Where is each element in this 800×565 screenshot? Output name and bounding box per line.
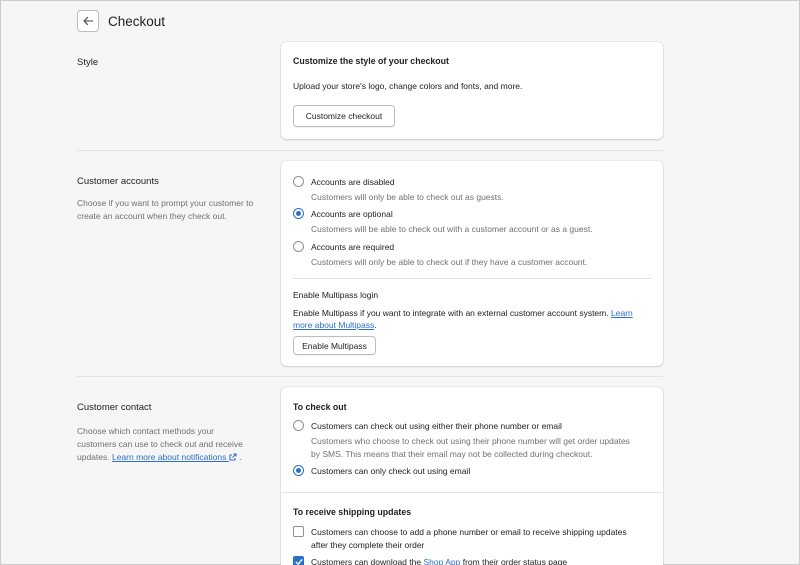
shop-app-label-after: from their order status page	[462, 557, 568, 565]
accounts-disabled-radio[interactable]	[293, 176, 304, 187]
multipass-heading: Enable Multipass login	[293, 290, 379, 300]
contact-card: To check out Customers can check out usi…	[281, 387, 663, 565]
style-card-heading: Customize the style of your checkout	[293, 56, 449, 66]
checkout-phone-or-email-help-line1: Customers who choose to check out using …	[311, 436, 630, 446]
section-divider	[77, 376, 663, 377]
back-button[interactable]	[77, 10, 99, 32]
accounts-required-help: Customers will only be able to check out…	[311, 257, 588, 267]
checkout-phone-or-email-help-line2: by SMS. This means that their email may …	[311, 449, 593, 459]
contact-section-title: Customer contact	[77, 402, 152, 413]
multipass-divider	[292, 278, 652, 279]
shipping-divider	[281, 492, 663, 493]
external-link-icon	[229, 453, 237, 461]
section-divider	[77, 150, 663, 151]
learn-notifications-link[interactable]: Learn more about notifications	[112, 452, 237, 462]
accounts-optional-help: Customers will be able to check out with…	[311, 224, 593, 234]
contact-description-end: .	[239, 452, 242, 462]
style-section-title: Style	[77, 57, 99, 68]
style-card: Customize the style of your checkout Upl…	[281, 42, 663, 139]
learn-notifications-link-text: Learn more about notifications	[112, 452, 227, 462]
shipping-phone-or-email-checkbox[interactable]	[293, 526, 304, 537]
checkout-email-only-label: Customers can only check out using email	[311, 466, 471, 476]
accounts-required-radio[interactable]	[293, 241, 304, 252]
customize-checkout-button[interactable]: Customize checkout	[293, 105, 395, 127]
shop-app-label: Customers can download the Shop App from…	[311, 557, 567, 565]
accounts-section-description: Choose if you want to prompt your custom…	[77, 198, 254, 221]
accounts-card: Accounts are disabled Customers will onl…	[281, 161, 663, 366]
multipass-text-end: .	[374, 320, 377, 330]
shipping-phone-or-email-label-line1: Customers can choose to add a phone numb…	[311, 527, 627, 537]
accounts-optional-radio[interactable]	[293, 208, 304, 219]
checkout-heading: To check out	[293, 402, 347, 412]
multipass-text-line2: more about Multipass.	[293, 320, 377, 330]
shipping-phone-or-email-label-line2: after they complete their order	[311, 540, 425, 550]
checkout-phone-or-email-label: Customers can check out using either the…	[311, 421, 562, 431]
accounts-optional-label: Accounts are optional	[311, 209, 393, 219]
checkmark-icon	[295, 559, 303, 565]
arrow-left-icon	[83, 16, 94, 26]
multipass-learn-link-part1[interactable]: Learn	[611, 308, 633, 318]
shop-app-label-before: Customers can download the	[311, 557, 422, 565]
shop-app-checkbox[interactable]	[293, 556, 304, 565]
checkout-phone-or-email-radio[interactable]	[293, 420, 304, 431]
accounts-section-title: Customer accounts	[77, 176, 159, 187]
multipass-text-line1: Enable Multipass if you want to integrat…	[293, 308, 609, 318]
accounts-required-label: Accounts are required	[311, 242, 395, 252]
page-title: Checkout	[108, 13, 166, 29]
accounts-disabled-help: Customers will only be able to check out…	[311, 192, 504, 202]
page-header: Checkout	[77, 10, 165, 32]
multipass-learn-link-part2[interactable]: more about Multipass	[293, 320, 374, 330]
shipping-heading: To receive shipping updates	[293, 507, 412, 517]
contact-section-description: Choose which contact methods your custom…	[77, 425, 255, 464]
shop-app-link[interactable]: Shop App	[423, 557, 460, 565]
multipass-text: Enable Multipass if you want to integrat…	[293, 308, 633, 318]
checkout-email-only-radio[interactable]	[293, 465, 304, 476]
accounts-disabled-label: Accounts are disabled	[311, 177, 395, 187]
enable-multipass-button[interactable]: Enable Multipass	[293, 336, 376, 355]
style-card-text: Upload your store's logo, change colors …	[293, 81, 523, 91]
